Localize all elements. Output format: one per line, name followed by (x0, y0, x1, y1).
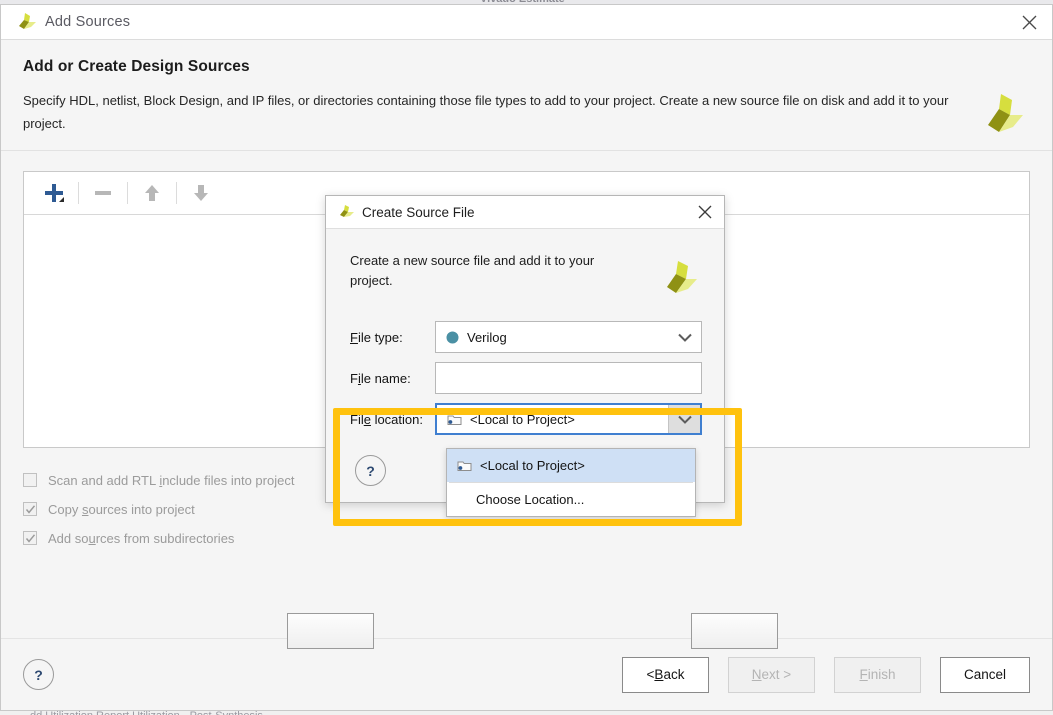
verilog-dot-icon (446, 331, 459, 344)
dropdown-option-local-to-project[interactable]: <Local to Project> (447, 449, 695, 482)
dropdown-option-choose-location[interactable]: Choose Location... (447, 483, 695, 516)
page-description: Specify HDL, netlist, Block Design, and … (23, 93, 949, 131)
file-location-row: File location: <Local to Project> (350, 403, 702, 436)
folder-icon (447, 413, 462, 426)
window-title: Add Sources (45, 14, 131, 30)
file-location-value: <Local to Project> (470, 411, 575, 427)
toolbar-separator (127, 181, 128, 204)
file-type-row: File type: Verilog (350, 321, 702, 354)
file-name-label: File name: (350, 370, 411, 386)
option-label: Add sources from subdirectories (48, 530, 235, 546)
screen-root: Vivado Estimate dd Utilization Report Ut… (0, 0, 1053, 715)
checkbox-checked-icon[interactable] (23, 531, 37, 545)
file-type-label: File type: (350, 329, 403, 345)
help-button[interactable]: ? (23, 659, 54, 690)
chevron-down-icon[interactable] (668, 405, 700, 434)
toolbar-separator (78, 181, 79, 204)
cancel-button[interactable]: Cancel (940, 656, 1030, 693)
file-location-combobox[interactable]: <Local to Project> (435, 403, 702, 436)
option-label: Scan and add RTL include files into proj… (48, 472, 295, 488)
close-icon[interactable] (690, 198, 720, 226)
window-titlebar: Add Sources (1, 5, 1052, 40)
finish-button[interactable]: Finish (834, 656, 921, 693)
vivado-logo-icon (662, 259, 698, 300)
folder-icon (457, 459, 472, 472)
page-header: Add or Create Design Sources Specify HDL… (1, 40, 1052, 151)
file-location-dropdown: <Local to Project> Choose Location... (446, 448, 696, 517)
option-label: Copy sources into project (48, 501, 195, 517)
dropdown-option-label: Choose Location... (476, 492, 585, 507)
file-location-label: File location: (350, 411, 423, 427)
chevron-down-icon[interactable] (669, 322, 701, 352)
dialog-titlebar: Create Source File (326, 196, 724, 229)
file-type-value: Verilog (467, 329, 507, 345)
toolbar-separator (176, 181, 177, 204)
add-sources-from-subdirectories[interactable]: Add sources from subdirectories (23, 524, 1030, 553)
dialog-help-button[interactable]: ? (355, 455, 386, 486)
next-button[interactable]: Next > (728, 656, 815, 693)
wizard-footer: ? < Back Next > Finish Cancel (1, 638, 1052, 710)
remove-minus-icon[interactable] (83, 177, 123, 209)
checkbox-checked-icon[interactable] (23, 502, 37, 516)
checkbox-unchecked-icon[interactable] (23, 473, 37, 487)
vivado-logo-icon (15, 12, 37, 32)
vivado-logo-icon (982, 92, 1024, 140)
back-button[interactable]: < Back (622, 656, 709, 693)
create-source-form: File type: Verilog File name: File locat… (350, 321, 702, 436)
file-name-input[interactable] (435, 362, 702, 395)
add-plus-icon[interactable] (34, 177, 74, 209)
file-name-row: File name: (350, 362, 702, 395)
page-title: Add or Create Design Sources (23, 58, 250, 75)
dialog-title: Create Source File (362, 204, 475, 220)
hidden-panel-button-left[interactable] (287, 612, 374, 649)
arrow-down-icon[interactable] (181, 177, 221, 209)
file-type-combobox[interactable]: Verilog (435, 321, 702, 354)
close-icon[interactable] (1012, 7, 1046, 37)
dropdown-option-label: <Local to Project> (480, 458, 585, 473)
hidden-panel-button-right[interactable] (691, 612, 778, 649)
vivado-logo-icon (337, 204, 355, 220)
dialog-description: Create a new source file and add it to y… (350, 253, 595, 289)
arrow-up-icon[interactable] (132, 177, 172, 209)
